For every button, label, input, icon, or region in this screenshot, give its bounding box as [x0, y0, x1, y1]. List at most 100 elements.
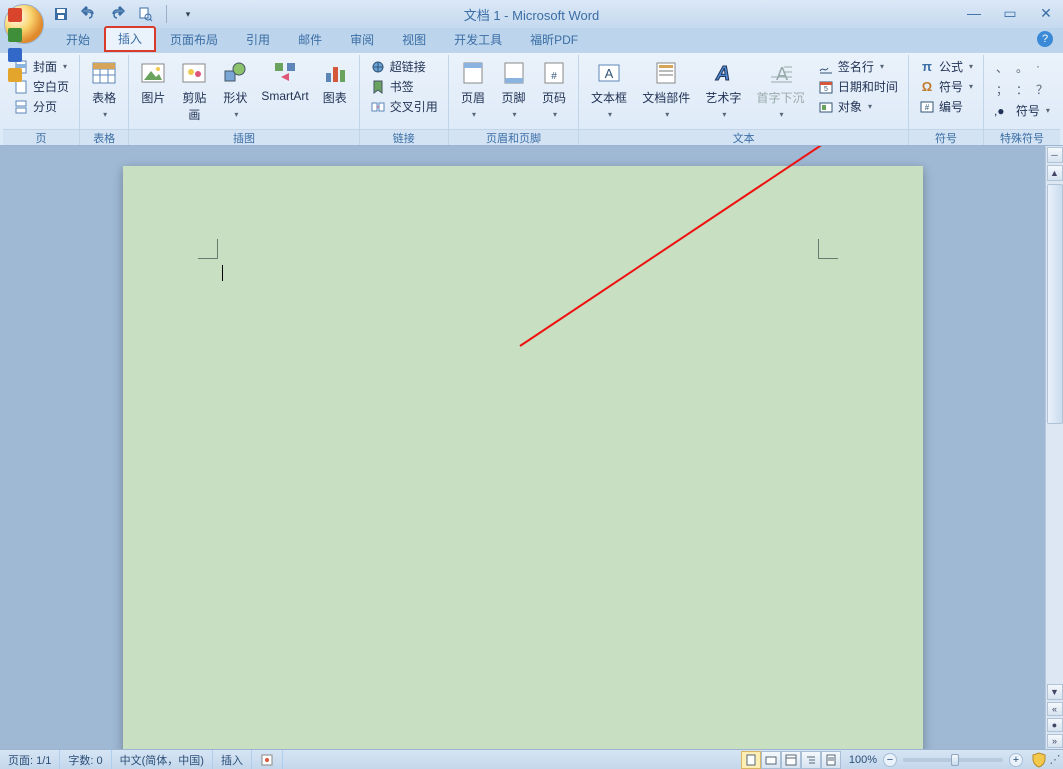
zoom-slider[interactable]: [903, 758, 1003, 762]
qat-customize-icon[interactable]: ▾: [179, 5, 197, 23]
office-button[interactable]: [4, 4, 44, 44]
header-button[interactable]: 页眉▾: [455, 57, 492, 120]
next-page-icon[interactable]: »: [1047, 734, 1063, 748]
shapes-label: 形状: [223, 91, 247, 105]
help-button[interactable]: ?: [1037, 31, 1053, 47]
symbol-label: 符号: [939, 78, 963, 95]
tab-mailings[interactable]: 邮件: [284, 27, 336, 52]
hyperlink-button[interactable]: 超链接: [366, 57, 442, 76]
text-cursor: [222, 265, 223, 281]
view-fullscreen-icon[interactable]: [761, 751, 781, 769]
zoom-control: 100% − +: [841, 753, 1031, 767]
status-page[interactable]: 页面: 1/1: [0, 750, 60, 769]
close-button[interactable]: ✕: [1035, 4, 1057, 22]
tab-developer[interactable]: 开发工具: [440, 27, 516, 52]
page-break-label: 分页: [33, 98, 57, 115]
zoom-thumb[interactable]: [951, 754, 959, 766]
picture-button[interactable]: 图片: [135, 57, 171, 106]
vertical-scrollbar[interactable]: ─ ▲ ▼ « ● »: [1045, 146, 1063, 749]
footer-button[interactable]: 页脚▾: [495, 57, 532, 120]
browse-object-icon[interactable]: ●: [1047, 718, 1063, 732]
status-macro-icon[interactable]: [252, 750, 283, 769]
spec-char-1[interactable]: 、: [996, 59, 1008, 76]
scroll-up-icon[interactable]: ▲: [1047, 165, 1063, 181]
datetime-icon: 5: [818, 79, 834, 95]
security-shield-icon[interactable]: [1031, 752, 1047, 768]
signature-line-button[interactable]: 签名行▾: [814, 57, 902, 76]
scroll-thumb[interactable]: [1047, 184, 1063, 424]
view-draft-icon[interactable]: [821, 751, 841, 769]
textbox-label: 文本框: [591, 91, 627, 105]
table-button[interactable]: 表格▾: [86, 57, 122, 120]
smartart-button[interactable]: SmartArt: [257, 57, 312, 103]
spec-char-2[interactable]: 。: [1016, 59, 1028, 76]
zoom-level[interactable]: 100%: [849, 754, 877, 766]
group-special-symbols: 、 。 · ； ： ？ ,● 符号▾ 特殊符号: [984, 55, 1060, 145]
status-language[interactable]: 中文(简体，中国): [112, 750, 213, 769]
scroll-down-icon[interactable]: ▼: [1047, 684, 1063, 700]
zoom-in-button[interactable]: +: [1009, 753, 1023, 767]
scroll-split-icon[interactable]: ─: [1047, 147, 1063, 163]
group-symbols-label: 符号: [909, 129, 983, 145]
chart-button[interactable]: 图表: [317, 57, 353, 106]
clipart-button[interactable]: 剪贴画: [175, 57, 213, 123]
number-label: 编号: [939, 98, 963, 115]
svg-text:#: #: [925, 103, 930, 112]
ribbon: 封面▾ 空白页 分页 页 表格▾ 表格 图片 剪贴画 形状▾ SmartArt …: [0, 52, 1063, 146]
tab-references[interactable]: 引用: [232, 27, 284, 52]
bookmark-button[interactable]: 书签: [366, 77, 442, 96]
tab-insert[interactable]: 插入: [104, 26, 156, 52]
symbol-button[interactable]: Ω符号▾: [915, 77, 977, 96]
zoom-out-button[interactable]: −: [883, 753, 897, 767]
textbox-button[interactable]: A文本框▾: [585, 57, 633, 120]
number-button[interactable]: # 编号: [915, 97, 977, 116]
group-text: A文本框▾ 文档部件▾ A艺术字▾ A首字下沉▾ 签名行▾ 5日期和时间 对象▾…: [579, 55, 909, 145]
maximize-button[interactable]: ▭: [999, 4, 1021, 22]
redo-icon[interactable]: [108, 5, 126, 23]
tab-page-layout[interactable]: 页面布局: [156, 27, 232, 52]
svg-text:A: A: [715, 63, 730, 85]
symbol-icon: Ω: [919, 79, 935, 95]
document-page[interactable]: [123, 166, 923, 749]
resize-grip-icon[interactable]: ⋰: [1047, 753, 1063, 766]
crossref-icon: [370, 99, 386, 115]
spec-char-4[interactable]: ；: [996, 81, 1008, 98]
object-icon: [818, 99, 834, 115]
minimize-button[interactable]: —: [963, 4, 985, 22]
prev-page-icon[interactable]: «: [1047, 702, 1063, 716]
shapes-icon: [221, 59, 249, 87]
print-preview-icon[interactable]: [136, 5, 154, 23]
page-break-icon: [13, 99, 29, 115]
special-symbols-button[interactable]: ,● 符号▾: [990, 101, 1054, 120]
group-tables: 表格▾ 表格: [80, 55, 129, 145]
status-mode[interactable]: 插入: [213, 750, 252, 769]
dropcap-button[interactable]: A首字下沉▾: [751, 57, 810, 120]
spec-char-5[interactable]: ：: [1016, 81, 1028, 98]
textbox-icon: A: [595, 59, 623, 87]
datetime-button[interactable]: 5日期和时间: [814, 77, 902, 96]
equation-button[interactable]: π公式▾: [915, 57, 977, 76]
tab-foxit-pdf[interactable]: 福昕PDF: [516, 27, 592, 52]
crossref-button[interactable]: 交叉引用: [366, 97, 442, 116]
view-outline-icon[interactable]: [801, 751, 821, 769]
object-label: 对象: [838, 98, 862, 115]
document-viewport[interactable]: [0, 146, 1045, 749]
quickparts-button[interactable]: 文档部件▾: [637, 57, 696, 120]
shapes-button[interactable]: 形状▾: [217, 57, 253, 120]
wordart-button[interactable]: A艺术字▾: [700, 57, 748, 120]
spec-char-3[interactable]: ·: [1036, 59, 1040, 76]
object-button[interactable]: 对象▾: [814, 97, 902, 116]
status-words[interactable]: 字数: 0: [60, 750, 111, 769]
tab-home[interactable]: 开始: [52, 27, 104, 52]
scroll-track[interactable]: [1047, 182, 1063, 683]
margin-mark-top-right: [818, 239, 838, 259]
save-icon[interactable]: [52, 5, 70, 23]
pagenum-button[interactable]: #页码▾: [536, 57, 573, 120]
view-print-layout-icon[interactable]: [741, 751, 761, 769]
tab-view[interactable]: 视图: [388, 27, 440, 52]
view-web-layout-icon[interactable]: [781, 751, 801, 769]
undo-icon[interactable]: [80, 5, 98, 23]
spec-char-6[interactable]: ？: [1036, 81, 1048, 98]
page-break-button[interactable]: 分页: [9, 97, 73, 116]
tab-review[interactable]: 审阅: [336, 27, 388, 52]
